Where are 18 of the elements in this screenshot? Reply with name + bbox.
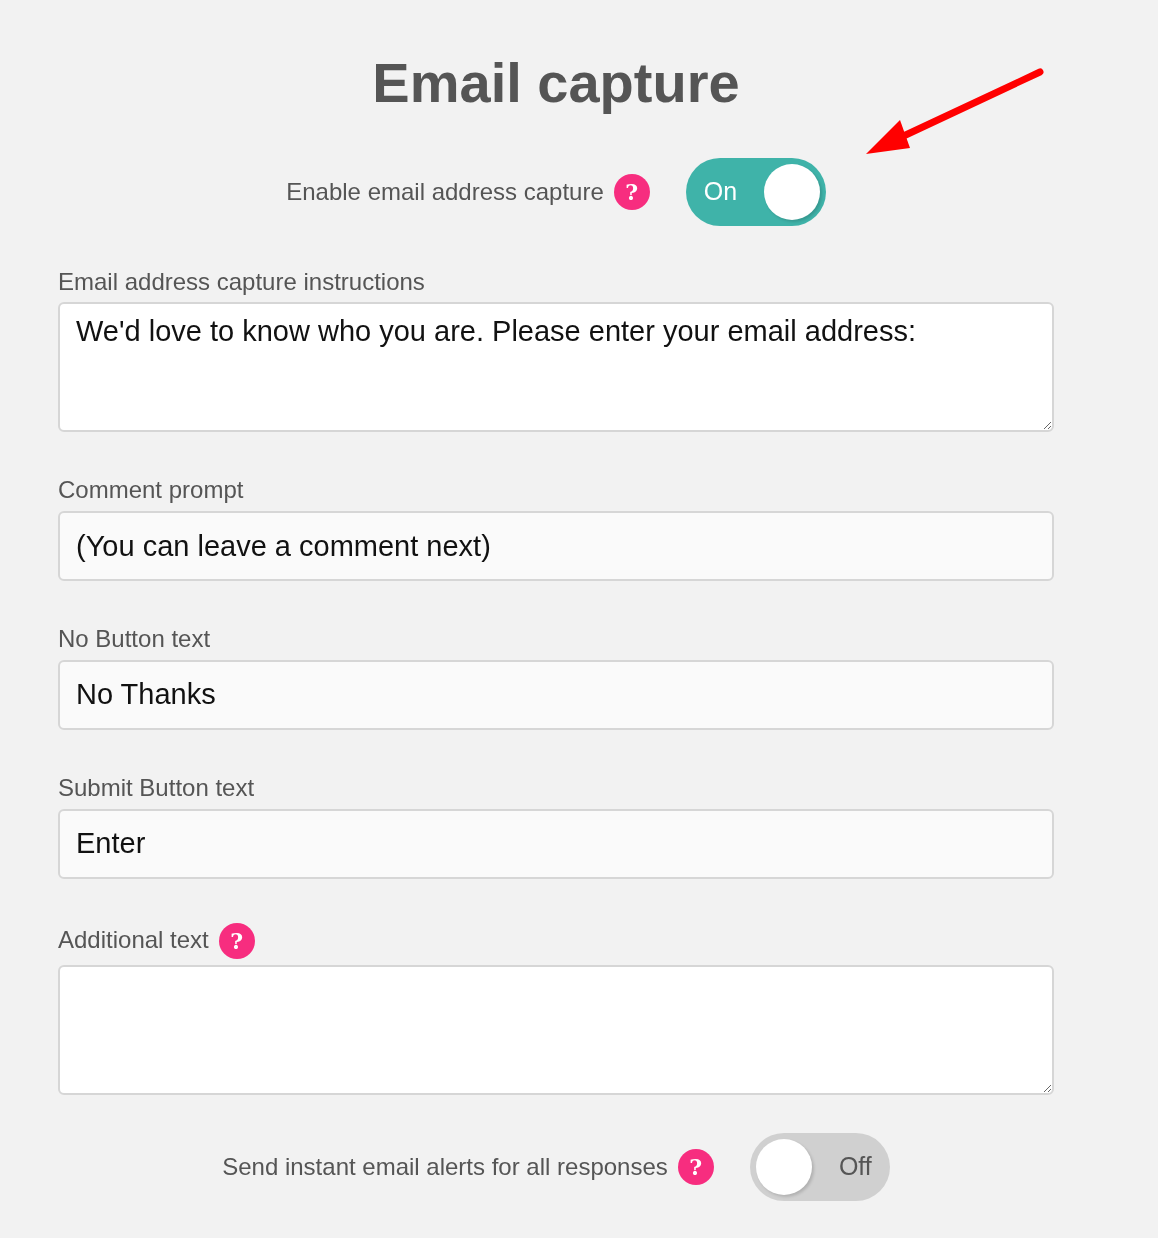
input-field[interactable]: (You can leave a comment next) — [58, 511, 1054, 582]
toggle-label: Enable email address capture — [286, 176, 604, 207]
input-field[interactable]: No Thanks — [58, 660, 1054, 730]
page-title: Email capture — [372, 52, 740, 114]
toggle-label: Send instant email alerts for all responses — [222, 1151, 668, 1182]
help-icon[interactable]: ? — [677, 1148, 714, 1185]
help-icon[interactable]: ? — [218, 922, 255, 959]
field-label: No Button text — [58, 625, 211, 654]
text-area[interactable] — [58, 964, 1054, 1095]
text-area[interactable]: We'd love to know who you are. Please enter your email address: — [58, 302, 1054, 433]
field-label: Additional text — [58, 926, 209, 956]
help-icon[interactable]: ? — [613, 173, 650, 210]
toggle-switch[interactable]: On — [685, 157, 826, 226]
field-label: Comment prompt — [58, 476, 244, 506]
field-label: Email address capture instructions — [58, 267, 425, 297]
input-field[interactable]: Enter — [58, 808, 1054, 879]
field-label: Submit Button text — [58, 774, 255, 803]
toggle-switch[interactable]: Off — [749, 1132, 890, 1201]
